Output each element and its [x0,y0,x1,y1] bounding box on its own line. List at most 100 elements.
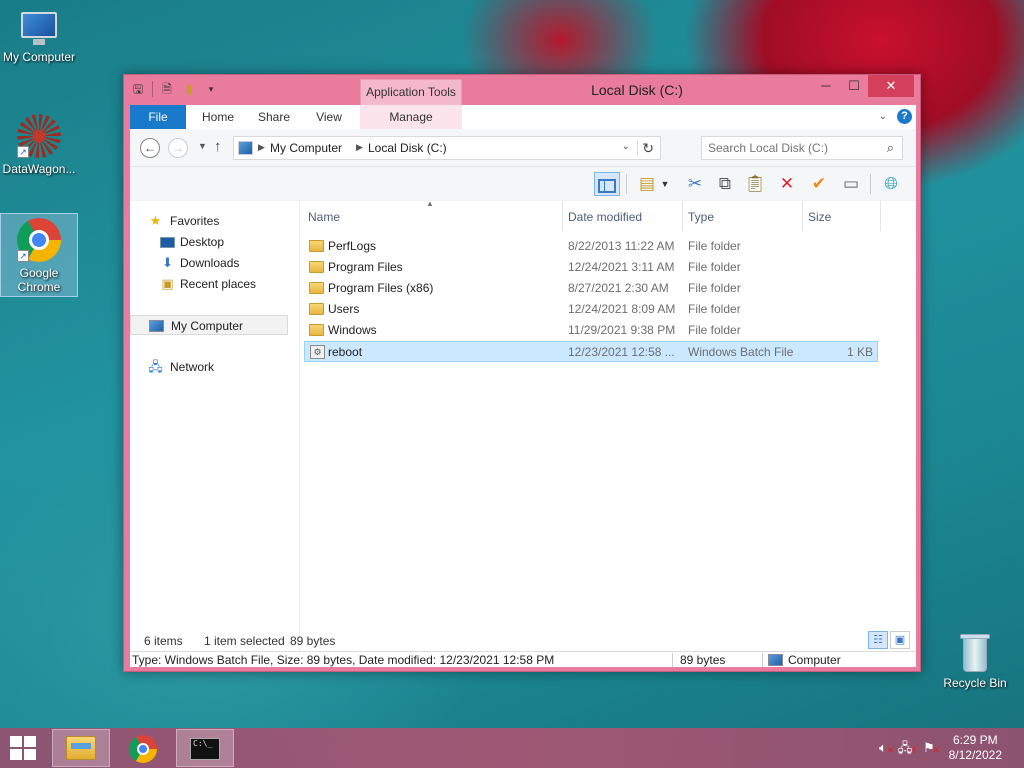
file-explorer-window: 🖫 🗎 ▮ ▾ Application Tools Local Disk (C:… [123,74,921,672]
delete-icon[interactable]: ✕ [774,172,800,196]
file-name: Program Files (x86) [328,281,434,295]
copy-icon[interactable]: ⧉ [712,172,738,196]
globe-icon[interactable]: 🌐︎ [878,172,904,196]
nav-my-computer[interactable]: My Computer [130,315,288,335]
volume-muted-icon[interactable]: 🔈︎ ✕ [874,740,894,756]
search-box[interactable]: ⌕ [701,136,903,160]
rename-icon[interactable]: ▭ [838,172,864,196]
column-header-size[interactable]: Size [808,210,831,224]
column-header-name[interactable]: Name [308,210,340,224]
column-header-date-modified[interactable]: Date modified [568,210,642,224]
nav-label: Recent places [180,277,257,291]
paste-icon[interactable]: 📋︎ [742,172,768,196]
recycle-bin-icon [957,630,993,674]
nav-label: My Computer [171,319,244,333]
close-button[interactable]: ✕ [868,75,914,97]
action-center-icon[interactable]: ⚑ ✕ [920,740,940,756]
command-toolbar: ▤ ▼ ✂ ⧉ 📋︎ ✕ ✔ ▭ 🌐︎ [130,167,916,201]
taskbar: C:\_ 🔈︎ ✕ 🖧! ⚑ ✕ 6:29 PM 8/12/2022 [0,728,1024,768]
file-type: File folder [688,281,741,295]
title-bar[interactable]: 🖫 🗎 ▮ ▾ Application Tools Local Disk (C:… [124,75,920,105]
computer-icon [17,8,61,48]
search-input[interactable] [708,138,878,158]
file-date: 12/24/2021 3:11 AM [568,260,675,274]
nav-favorites[interactable]: ★ Favorites [130,211,288,231]
properties-check-button[interactable]: ▤ [634,172,660,196]
address-history-dropdown-icon[interactable]: ⌄ [622,141,630,152]
folder-icon [309,303,324,315]
forward-button[interactable]: → [168,138,188,158]
column-header-type[interactable]: Type [688,210,714,224]
chevron-right-icon[interactable]: ▶ [356,142,363,153]
search-icon[interactable]: ⌕ [887,140,894,156]
folder-icon [309,261,324,273]
file-row-program-files[interactable]: Program Files 12/24/2021 3:11 AM File fo… [304,257,878,278]
taskbar-command-prompt[interactable]: C:\_ [176,729,234,767]
chrome-icon [129,735,157,763]
batch-file-icon: ⚙ [310,345,325,359]
desktop-icon [160,237,175,248]
desktop-icon-recycle-bin[interactable]: Recycle Bin [936,630,1014,690]
computer-icon [149,320,164,332]
shortcut-arrow-icon: ↗ [17,146,29,158]
shortcut-arrow-icon: ↗ [17,250,29,262]
network-status-icon[interactable]: 🖧! [896,740,916,756]
nav-desktop[interactable]: Desktop [130,232,288,252]
clock[interactable]: 6:29 PM 8/12/2022 [949,733,1002,763]
breadcrumb-my-computer[interactable]: My Computer [270,141,342,155]
file-date: 8/22/2013 11:22 AM [568,239,675,253]
file-date: 12/23/2021 12:58 ... [568,345,675,359]
preview-pane-icon [598,178,616,193]
recent-locations-dropdown-icon[interactable]: ▼ [198,141,207,151]
minimize-button[interactable]: ─ [812,75,840,97]
preview-pane-button[interactable] [594,172,620,196]
expand-ribbon-icon[interactable]: ⌄ [879,111,887,122]
maximize-button[interactable]: ☐ [840,75,868,97]
desktop-icon-datawagon[interactable]: ↗ DataWagon... [0,110,78,176]
navigation-pane: ★ Favorites Desktop ⬇ Downloads ▣ Recent… [130,201,294,667]
column-headers: ▲ Name Date modified Type Size [304,199,916,231]
desktop-icon-label: DataWagon... [2,162,76,176]
taskbar-file-explorer[interactable] [52,729,110,767]
tab-manage[interactable]: Manage [360,105,462,129]
refresh-icon[interactable]: ↻ [642,140,654,157]
desktop-icon-my-computer[interactable]: My Computer [0,8,78,64]
details-view-button[interactable]: ☷ [868,631,888,649]
file-row-users[interactable]: Users 12/24/2021 8:09 AM File folder [304,299,878,320]
file-row-reboot[interactable]: ⚙ reboot 12/23/2021 12:58 ... Windows Ba… [304,341,878,362]
tab-file[interactable]: File [130,105,186,129]
chevron-right-icon[interactable]: ▶ [258,142,265,153]
taskbar-google-chrome[interactable] [114,729,172,767]
file-row-windows[interactable]: Windows 11/29/2021 9:38 PM File folder [304,320,878,341]
tab-home[interactable]: Home [190,105,246,129]
nav-network[interactable]: 🖧 Network [130,357,288,377]
computer-icon [238,141,253,155]
start-button[interactable] [10,736,36,760]
file-row-perflogs[interactable]: PerfLogs 8/22/2013 11:22 AM File folder [304,236,878,257]
file-explorer-icon [66,736,96,760]
checkmark-icon[interactable]: ✔ [806,172,832,196]
tab-view[interactable]: View [302,105,356,129]
file-date: 8/27/2021 2:30 AM [568,281,669,295]
desktop-icon-google-chrome[interactable]: ↗ Google Chrome [0,213,78,297]
nav-recent-places[interactable]: ▣ Recent places [130,274,288,294]
back-button[interactable]: ← [140,138,160,158]
cut-icon[interactable]: ✂ [682,172,708,196]
file-name: Program Files [328,260,403,274]
address-bar[interactable]: ▶ My Computer ▶ Local Disk (C:) ⌄ ↻ [233,136,661,160]
desktop-icon-label: My Computer [2,50,76,64]
window-title: Local Disk (C:) [591,82,683,98]
file-row-program-files-x86[interactable]: Program Files (x86) 8/27/2021 2:30 AM Fi… [304,278,878,299]
large-icons-view-button[interactable]: ▣ [890,631,910,649]
breadcrumb-local-disk[interactable]: Local Disk (C:) [368,141,447,155]
file-size-text: 89 bytes [680,653,726,667]
desktop-icon-label: Recycle Bin [943,676,1007,690]
dropdown-arrow-icon[interactable]: ▼ [658,172,672,196]
help-icon[interactable]: ? [897,109,912,124]
selection-size: 89 bytes [290,634,336,648]
downloads-icon: ⬇ [162,255,173,270]
up-button[interactable]: ↑ [214,138,222,155]
tab-share[interactable]: Share [246,105,302,129]
nav-downloads[interactable]: ⬇ Downloads [130,253,288,273]
file-type: File folder [688,302,741,316]
